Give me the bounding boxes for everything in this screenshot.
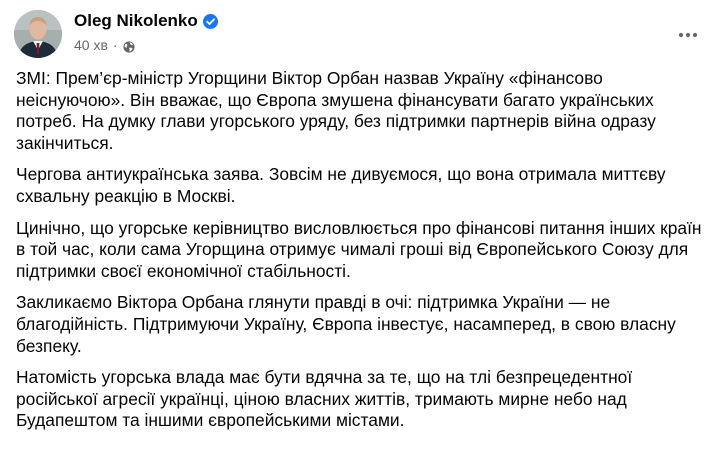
facebook-post: Oleg Nikolenko 40 хв · ЗМІ: Прем’єр-міні… bbox=[0, 0, 724, 458]
more-options-button[interactable] bbox=[670, 17, 706, 53]
post-header: Oleg Nikolenko 40 хв · bbox=[12, 9, 712, 59]
post-meta: 40 хв · bbox=[74, 36, 218, 54]
post-paragraph: Закликаємо Віктора Орбана глянути правді… bbox=[16, 292, 676, 356]
post-paragraph: Цинічно, що угорське керівництво висловл… bbox=[16, 217, 702, 281]
meta-separator: · bbox=[112, 37, 118, 53]
post-timestamp[interactable]: 40 хв bbox=[74, 36, 108, 54]
more-horizontal-icon bbox=[678, 32, 698, 38]
post-paragraph: Чергова антиукраїнська заява. Зовсім не … bbox=[16, 164, 666, 206]
author-row: Oleg Nikolenko bbox=[74, 10, 218, 32]
avatar[interactable] bbox=[14, 10, 62, 58]
author-name[interactable]: Oleg Nikolenko bbox=[74, 10, 198, 32]
globe-icon[interactable] bbox=[122, 40, 135, 53]
avatar-portrait-icon bbox=[14, 10, 62, 58]
post-paragraph: Натомість угорська влада має бути вдячна… bbox=[16, 367, 633, 431]
verified-badge-icon bbox=[202, 14, 218, 29]
post-paragraph: ЗМІ: Прем’єр-міністр Угорщини Віктор Орб… bbox=[16, 68, 656, 153]
author-block: Oleg Nikolenko 40 хв · bbox=[74, 10, 218, 54]
post-text: ЗМІ: Прем’єр-міністр Угорщини Віктор Орб… bbox=[16, 68, 708, 442]
